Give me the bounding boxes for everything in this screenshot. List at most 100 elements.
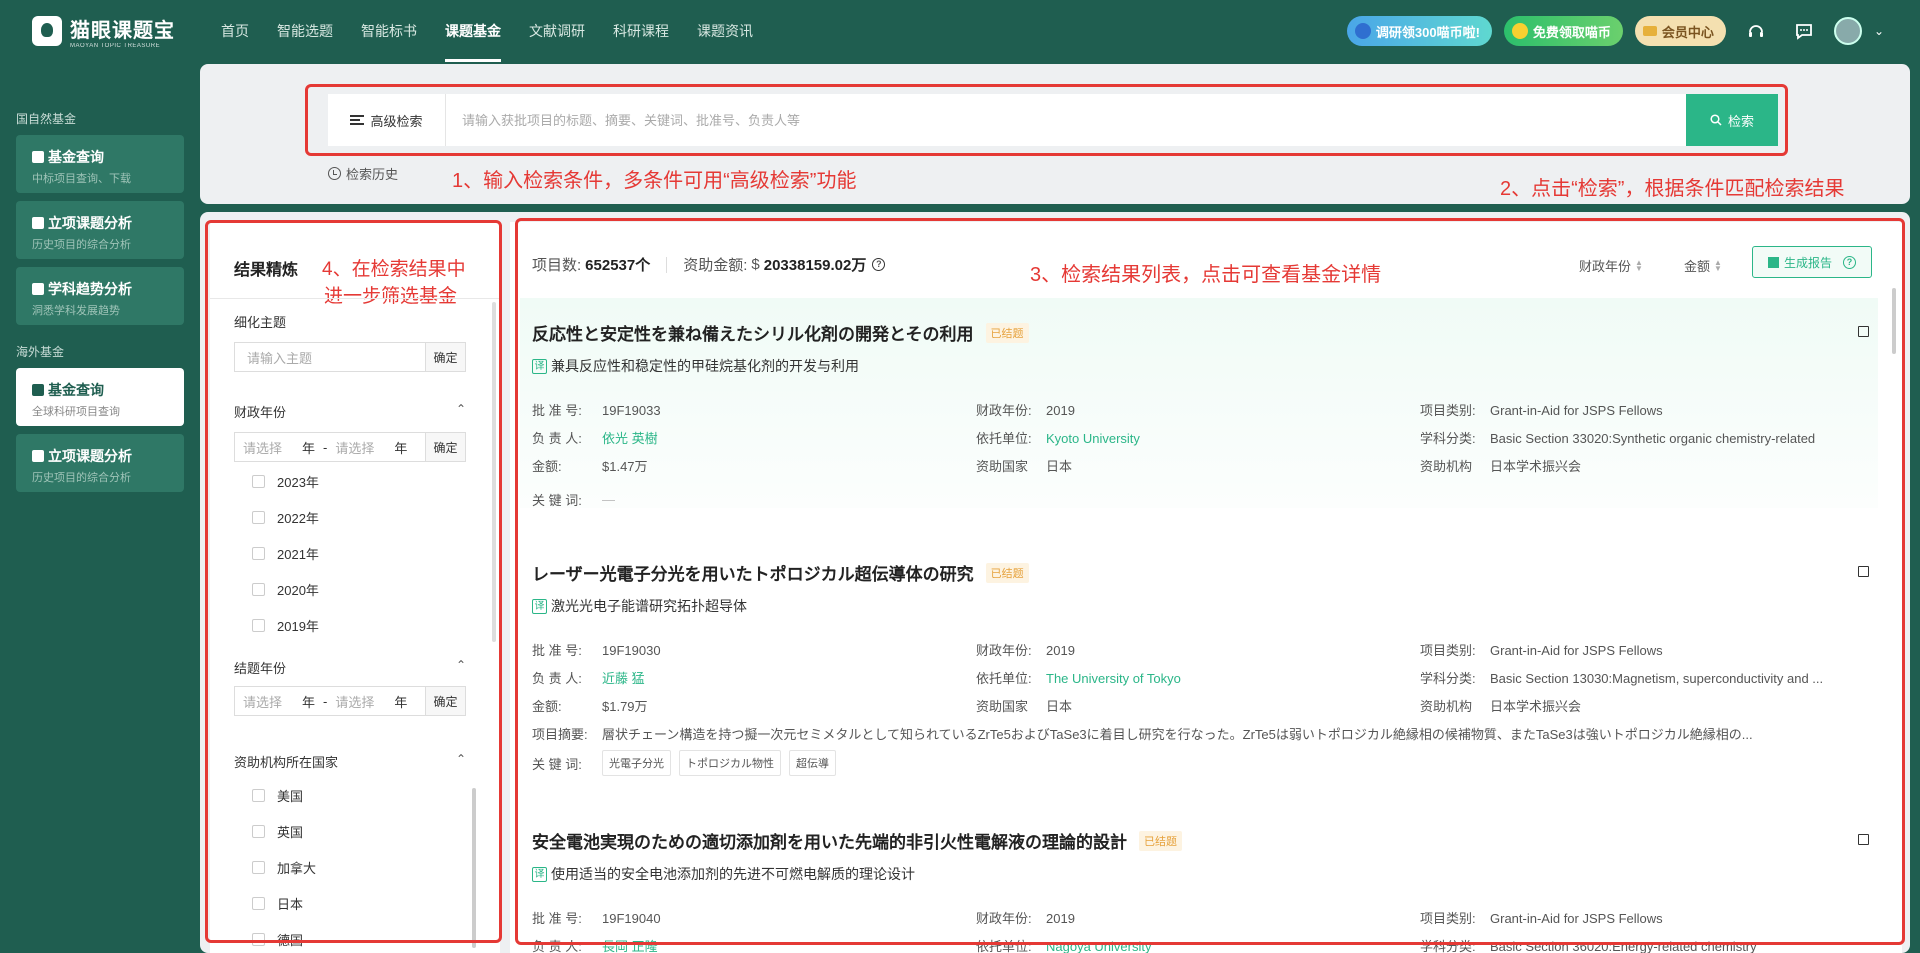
- filter-scrollbar[interactable]: [492, 302, 496, 642]
- sidebar-item-overseas-fund-search[interactable]: 基金查询 全球科研项目查询: [16, 368, 184, 426]
- end-confirm-button[interactable]: 确定: [425, 687, 465, 715]
- leader-link[interactable]: 近藤 猛: [602, 671, 645, 686]
- country-checkbox[interactable]: 美国: [252, 786, 303, 805]
- nav-news[interactable]: 课题资讯: [683, 0, 767, 62]
- keyword-chip[interactable]: トポロジカル物性: [679, 750, 781, 776]
- fiscal-year-from[interactable]: 请选择: [243, 438, 282, 457]
- result-translation: 译激光光电子能谱研究拓扑超导体: [532, 596, 747, 616]
- message-icon[interactable]: [1786, 16, 1822, 46]
- app-name: 猫眼课题宝: [70, 19, 175, 42]
- fiscal-year-range: 请选择 年 - 请选择 年 确定: [234, 432, 466, 462]
- year-checkbox[interactable]: 2019年: [252, 616, 319, 635]
- nav-smart-proposal[interactable]: 智能标书: [347, 0, 431, 62]
- checkbox[interactable]: [252, 619, 265, 632]
- subject-value: Basic Section 36020:Energy-related chemi…: [1490, 939, 1757, 953]
- help-icon[interactable]: ?: [872, 258, 886, 271]
- advanced-search-button[interactable]: 高级检索: [328, 94, 446, 146]
- year-checkbox[interactable]: 2020年: [252, 580, 319, 599]
- result-card[interactable]: 反応性と安定性を兼ね備えたシリル化剤の開発とその利用 已结题 译兼具反应性和稳定性…: [520, 298, 1878, 508]
- sort-amount[interactable]: 金额 ▲ ▼: [1684, 256, 1722, 275]
- chevron-up-icon[interactable]: ⌃: [456, 402, 466, 416]
- fiscal-value: 2019: [1046, 403, 1075, 418]
- generate-report-button[interactable]: 生成报告?: [1752, 246, 1872, 278]
- checkbox[interactable]: [252, 933, 265, 946]
- search-history-link[interactable]: 检索历史: [328, 164, 398, 183]
- main-content: 结果精炼 4、在检索结果中 进一步筛选基金 细化主题 请输入主题 确定 财政年份…: [200, 212, 1910, 953]
- unit-link[interactable]: Kyoto University: [1046, 431, 1140, 446]
- sidebar-item-project-analysis[interactable]: 立项课题分析 历史项目的综合分析: [16, 201, 184, 259]
- chevron-up-icon[interactable]: ⌃: [456, 752, 466, 766]
- result-title[interactable]: レーザー光電子分光を用いたトポロジカル超伝導体の研究 已结题: [532, 560, 1029, 585]
- search-button[interactable]: 检索: [1686, 94, 1778, 146]
- topic-confirm-button[interactable]: 确定: [425, 343, 465, 371]
- nav-home[interactable]: 首页: [207, 0, 263, 62]
- year-checkbox[interactable]: 2021年: [252, 544, 319, 563]
- checkbox[interactable]: [252, 789, 265, 802]
- country-checkbox[interactable]: 德国: [252, 930, 303, 949]
- result-title[interactable]: 安全電池実現のための適切添加剤を用いた先端的非引火性電解液の理論的設計 已结题: [532, 828, 1182, 853]
- open-external-icon[interactable]: [1858, 326, 1869, 337]
- chevron-down-icon[interactable]: ⌄: [1874, 24, 1884, 38]
- keywords-row: 关 键 词: 光電子分光 トポロジカル物性 超伝導: [532, 750, 836, 776]
- nav-topic-fund[interactable]: 课题基金: [431, 0, 515, 62]
- sort-icon: ▲ ▼: [1714, 257, 1722, 273]
- checkbox[interactable]: [252, 583, 265, 596]
- unit-link[interactable]: The University of Tokyo: [1046, 671, 1181, 686]
- member-center-button[interactable]: 会员中心: [1634, 16, 1726, 46]
- result-card[interactable]: レーザー光電子分光を用いたトポロジカル超伝導体の研究 已结题 译激光光电子能谱研究…: [520, 538, 1878, 778]
- field-label: 依托单位:: [976, 939, 1032, 953]
- survey-promo-button[interactable]: 调研领300喵币啦!: [1346, 16, 1492, 46]
- sort-label: 金额: [1684, 259, 1711, 274]
- year-checkbox[interactable]: 2022年: [252, 508, 319, 527]
- agency-row: 资助机构 日本学术振兴会: [1420, 696, 1581, 715]
- country-row: 资助国家 日本: [976, 696, 1072, 715]
- leader-link[interactable]: 依光 英樹: [602, 431, 658, 446]
- end-year-to[interactable]: 请选择: [335, 692, 374, 711]
- approval-row: 批 准 号: 19F19033: [532, 400, 661, 419]
- result-title[interactable]: 反応性と安定性を兼ね備えたシリル化剤の開発とその利用 已结题: [532, 320, 1029, 345]
- leader-link[interactable]: 長岡 正隆: [602, 939, 658, 953]
- keyword-chip[interactable]: 超伝導: [789, 750, 836, 776]
- checkbox[interactable]: [252, 547, 265, 560]
- logo[interactable]: 猫眼课题宝 MAOYAN TOPIC TREASURE: [32, 14, 175, 49]
- sort-fiscal-year[interactable]: 财政年份 ▲ ▼: [1579, 256, 1643, 275]
- amount-label: 资助金额:: [683, 257, 748, 274]
- nav-smart-topic[interactable]: 智能选题: [263, 0, 347, 62]
- free-coin-button[interactable]: 免费领取喵币: [1503, 16, 1623, 46]
- open-external-icon[interactable]: [1858, 566, 1869, 577]
- divider: [210, 298, 500, 299]
- fiscal-confirm-button[interactable]: 确定: [425, 433, 465, 461]
- country-checkbox[interactable]: 日本: [252, 894, 303, 913]
- sidebar-item-trend-analysis[interactable]: 学科趋势分析 洞悉学科发展趋势: [16, 267, 184, 325]
- keyword-chip[interactable]: 光電子分光: [602, 750, 671, 776]
- headset-icon[interactable]: [1738, 16, 1774, 46]
- country-checkbox[interactable]: 英国: [252, 822, 303, 841]
- chevron-up-icon[interactable]: ⌃: [456, 658, 466, 672]
- year-checkbox[interactable]: 2023年: [252, 472, 319, 491]
- field-label: 项目摘要:: [532, 727, 588, 742]
- sidebar-item-overseas-analysis[interactable]: 立项课题分析 历史项目的综合分析: [16, 434, 184, 492]
- open-external-icon[interactable]: [1858, 834, 1869, 845]
- sidebar-item-fund-search[interactable]: 基金查询 中标项目查询、下载: [16, 135, 184, 193]
- user-avatar[interactable]: [1833, 17, 1862, 45]
- search-icon: [32, 151, 44, 163]
- topic-input[interactable]: 请输入主题: [235, 348, 425, 367]
- checkbox[interactable]: [252, 511, 265, 524]
- country-scrollbar[interactable]: [472, 788, 476, 948]
- result-card[interactable]: 安全電池実現のための適切添加剤を用いた先端的非引火性電解液の理論的設計 已结题 译…: [520, 806, 1878, 953]
- results-panel: 项目数: 652537个 资助金额: $ 20338159.02万 ? 3、检索…: [510, 222, 1902, 953]
- end-year-from[interactable]: 请选择: [243, 692, 282, 711]
- leader-row: 负 责 人: 長岡 正隆: [532, 936, 658, 953]
- results-scrollbar[interactable]: [1892, 288, 1896, 354]
- checkbox[interactable]: [252, 475, 265, 488]
- nav-literature[interactable]: 文献调研: [515, 0, 599, 62]
- unit-link[interactable]: Nagoya University: [1046, 939, 1152, 953]
- checkbox[interactable]: [252, 861, 265, 874]
- checkbox-label: 英国: [277, 825, 304, 840]
- checkbox[interactable]: [252, 897, 265, 910]
- country-checkbox[interactable]: 加拿大: [252, 858, 316, 877]
- search-input[interactable]: [446, 94, 1686, 146]
- nav-courses[interactable]: 科研课程: [599, 0, 683, 62]
- checkbox[interactable]: [252, 825, 265, 838]
- fiscal-year-to[interactable]: 请选择: [335, 438, 374, 457]
